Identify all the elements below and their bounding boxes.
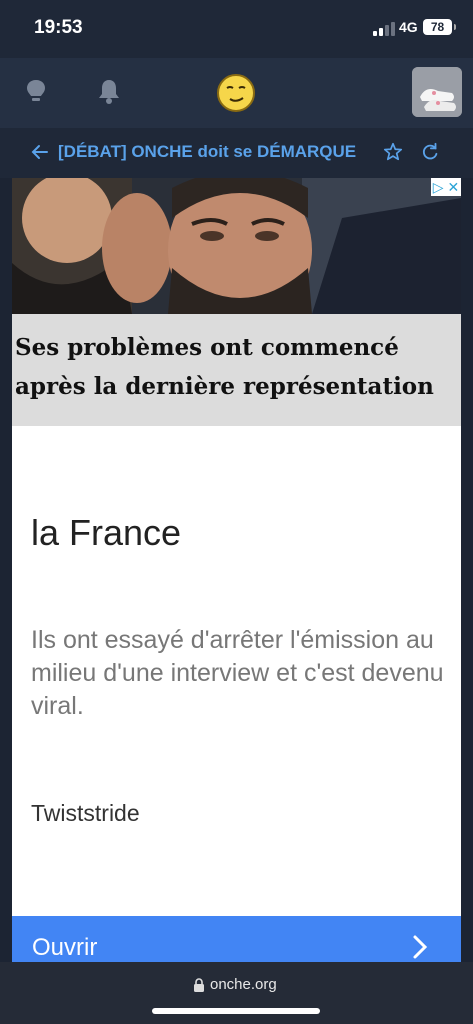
- adchoices-icon[interactable]: ▷ ✕: [431, 178, 461, 196]
- lock-icon: [194, 978, 204, 992]
- advertisement[interactable]: ▷ ✕ Ses problèmes ont commencé après la …: [12, 178, 461, 968]
- smiley-icon[interactable]: [216, 73, 256, 113]
- url-text[interactable]: onche.org: [210, 976, 277, 993]
- battery-level: 78: [430, 20, 445, 34]
- topic-bar: [DÉBAT] ONCHE doit se DÉMARQUE: [0, 128, 473, 178]
- star-icon[interactable]: [382, 141, 404, 163]
- network-type: 4G: [399, 19, 418, 35]
- browser-url-bar[interactable]: onche.org: [0, 962, 473, 1024]
- topic-title[interactable]: [DÉBAT] ONCHE doit se DÉMARQUE: [58, 142, 356, 162]
- refresh-icon[interactable]: [419, 141, 441, 163]
- ad-headline: Ses problèmes ont commencé après la dern…: [15, 334, 434, 400]
- ad-photo[interactable]: [12, 178, 461, 314]
- status-time: 19:53: [34, 17, 83, 38]
- open-button-label: Ouvrir: [32, 934, 98, 961]
- lightbulb-icon[interactable]: [21, 76, 51, 106]
- battery-icon: 78: [423, 19, 456, 35]
- home-indicator[interactable]: [152, 1008, 320, 1014]
- open-button[interactable]: Ouvrir: [12, 916, 461, 968]
- ad-advertiser: Twiststride: [31, 800, 140, 826]
- sneakers-image: [412, 67, 462, 117]
- ad-title: la France: [31, 512, 182, 553]
- chevron-right-icon: [413, 935, 428, 959]
- ad-body: Ils ont essayé d'arrêter l'émission au m…: [31, 626, 444, 720]
- arrow-left-icon[interactable]: [30, 142, 50, 162]
- ad-headline-banner[interactable]: Ses problèmes ont commencé après la dern…: [12, 314, 461, 426]
- status-bar: 19:53 4G 78: [0, 0, 473, 58]
- avatar[interactable]: [412, 67, 462, 117]
- bell-icon[interactable]: [94, 76, 124, 106]
- signal-icon: [373, 22, 395, 36]
